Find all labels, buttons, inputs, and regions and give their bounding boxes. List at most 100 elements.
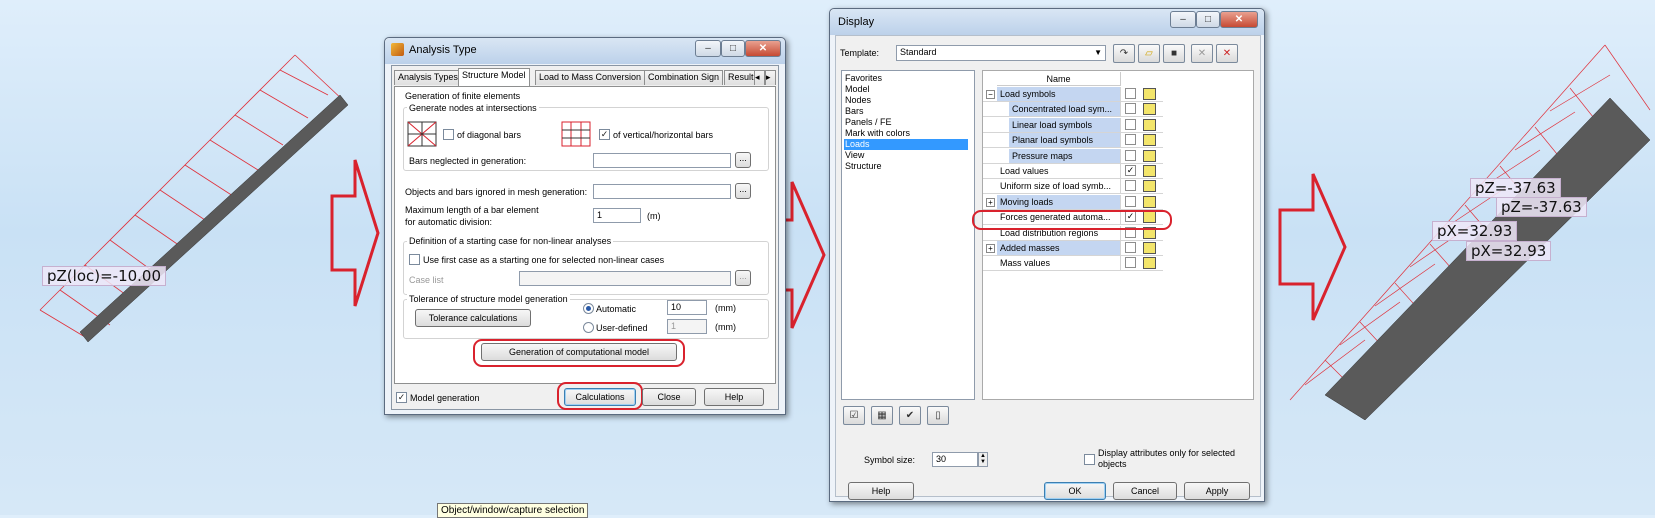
objects-ignored-browse-button[interactable]: ... [735,183,751,199]
minimize-button[interactable]: – [695,40,721,57]
color-swatch-icon[interactable] [1143,180,1156,193]
category-item[interactable]: Structure [844,161,883,172]
tab-structure-model[interactable]: Structure Model [458,68,530,86]
model-generation-checkbox[interactable]: ✓ [396,392,407,403]
grid-row[interactable]: − Load symbols [983,87,1163,102]
tab-load-to-mass[interactable]: Load to Mass Conversion [535,70,646,85]
view-check-all-icon[interactable]: ✔ [899,406,921,425]
ok-button[interactable]: OK [1044,482,1106,500]
grid-row[interactable]: Uniform size of load symb... [983,179,1163,195]
color-swatch-icon[interactable] [1143,257,1156,270]
grid-row[interactable]: Concentrated load sym... [983,102,1163,118]
maximize-button[interactable]: □ [721,40,745,57]
display-close-x-button[interactable]: ✕ [1220,11,1258,28]
expand-icon[interactable]: + [986,197,995,207]
close-button[interactable]: Close [642,388,696,406]
display-dialog[interactable]: Display – □ ✕ Template: Standard ▼ ↷ ▱ ■… [829,8,1265,502]
tolerance-calculations-button[interactable]: Tolerance calculations [415,309,531,327]
display-attributes-checkbox[interactable] [1084,454,1095,465]
grid-row-checkbox[interactable] [1125,242,1136,253]
color-swatch-icon[interactable] [1143,165,1156,177]
template-dropdown[interactable]: Standard ▼ [896,45,1106,61]
color-swatch-icon[interactable] [1143,134,1156,147]
automatic-radio[interactable] [583,303,594,314]
user-defined-radio[interactable] [583,322,594,333]
grid-row-checkbox[interactable] [1125,149,1136,161]
category-item[interactable]: Loads [844,139,968,150]
max-length-input[interactable]: 1 [593,208,641,223]
symbol-size-input[interactable]: 30 [932,452,978,467]
grid-row-checkbox[interactable] [1125,103,1136,115]
close-x-button[interactable]: ✕ [745,40,781,57]
category-item[interactable]: Favorites [844,73,883,84]
grid-row-checkbox[interactable] [1125,195,1136,207]
category-item[interactable]: Panels / FE [844,117,893,128]
template-clear-icon[interactable]: ✕ [1216,44,1238,63]
grid-row[interactable]: Planar load symbols [983,133,1163,149]
vertical-horizontal-checkbox[interactable]: ✓ [599,129,610,140]
color-swatch-icon[interactable] [1143,88,1156,100]
grid-row-checkbox[interactable] [1125,180,1136,192]
collapse-icon[interactable]: − [986,90,995,99]
display-client: Template: Standard ▼ ↷ ▱ ■ ✕ ✕ Favorites… [835,35,1261,500]
view-single-icon[interactable]: ▯ [927,406,949,425]
apply-button[interactable]: Apply [1184,482,1250,500]
color-swatch-icon[interactable] [1143,118,1156,131]
grid-row-checkbox[interactable] [1125,88,1136,99]
display-titlebar[interactable]: Display – □ ✕ [830,9,1264,35]
color-swatch-icon[interactable] [1143,103,1156,116]
category-item[interactable]: Bars [844,106,865,117]
max-length-label-1: Maximum length of a bar element [405,205,539,215]
analysis-title: Analysis Type [409,44,477,56]
tab-scroll-left[interactable]: ◂ [754,70,765,85]
tab-analysis-types[interactable]: Analysis Types [394,70,462,85]
user-defined-tolerance-input[interactable]: 1 [667,319,707,334]
category-item[interactable]: Nodes [844,95,872,106]
category-item[interactable]: View [844,150,865,161]
template-delete-icon[interactable]: ✕ [1191,44,1213,63]
display-maximize-button[interactable]: □ [1196,11,1220,28]
automatic-tolerance-input[interactable]: 10 [667,300,707,315]
bars-neglected-browse-button[interactable]: ... [735,152,751,168]
grid-row[interactable]: Mass values [983,256,1163,272]
grid-row[interactable]: Load values ✓ [983,164,1163,179]
use-first-case-checkbox[interactable] [409,254,420,265]
color-swatch-icon[interactable] [1143,149,1156,162]
grid-row-checkbox[interactable]: ✓ [1125,165,1136,176]
display-help-button[interactable]: Help [848,482,914,500]
analysis-type-dialog[interactable]: Analysis Type – □ ✕ Analysis Types Struc… [384,37,786,415]
view-checklist-icon[interactable]: ☑ [843,406,865,425]
symbol-size-spinner[interactable]: ▲ ▼ [978,452,988,467]
case-list-input[interactable] [519,271,731,286]
expand-icon[interactable]: + [986,244,995,253]
template-open-icon[interactable]: ▱ [1138,44,1160,63]
tab-result[interactable]: Result [724,70,758,85]
template-apply-icon[interactable]: ↷ [1113,44,1135,63]
display-minimize-button[interactable]: – [1170,11,1196,28]
grid-row[interactable]: Linear load symbols [983,117,1163,133]
display-attributes-label-2: objects [1098,459,1127,469]
grid-row[interactable]: + Added masses [983,241,1163,256]
grid-row-checkbox[interactable] [1125,257,1136,269]
grid-row[interactable]: + Moving loads [983,194,1163,210]
diagonal-bars-checkbox[interactable] [443,129,454,140]
case-list-browse-button[interactable]: ... [735,270,751,286]
color-swatch-icon[interactable] [1143,195,1156,208]
grid-row[interactable]: Pressure maps [983,148,1163,164]
bars-neglected-input[interactable] [593,153,731,168]
view-columns-icon[interactable]: ▦ [871,406,893,425]
help-button[interactable]: Help [704,388,764,406]
analysis-titlebar[interactable]: Analysis Type – □ ✕ [385,38,785,64]
color-swatch-icon[interactable] [1143,242,1156,254]
cancel-button[interactable]: Cancel [1113,482,1177,500]
tab-scroll-right[interactable]: ▸ [765,70,776,85]
grid-row-checkbox[interactable] [1125,134,1136,146]
grid-row-checkbox[interactable] [1125,118,1136,130]
category-item[interactable]: Mark with colors [844,128,911,139]
tab-combination-sign[interactable]: Combination Sign [644,70,724,85]
category-list[interactable]: Favorites Model Nodes Bars Panels / FE Mark w… [841,70,975,400]
template-save-icon[interactable]: ■ [1163,44,1185,63]
objects-ignored-input[interactable] [593,184,731,199]
category-item[interactable]: Model [844,84,871,95]
properties-grid[interactable]: Name − Load symbols Concentrated load sym.… [982,70,1254,400]
